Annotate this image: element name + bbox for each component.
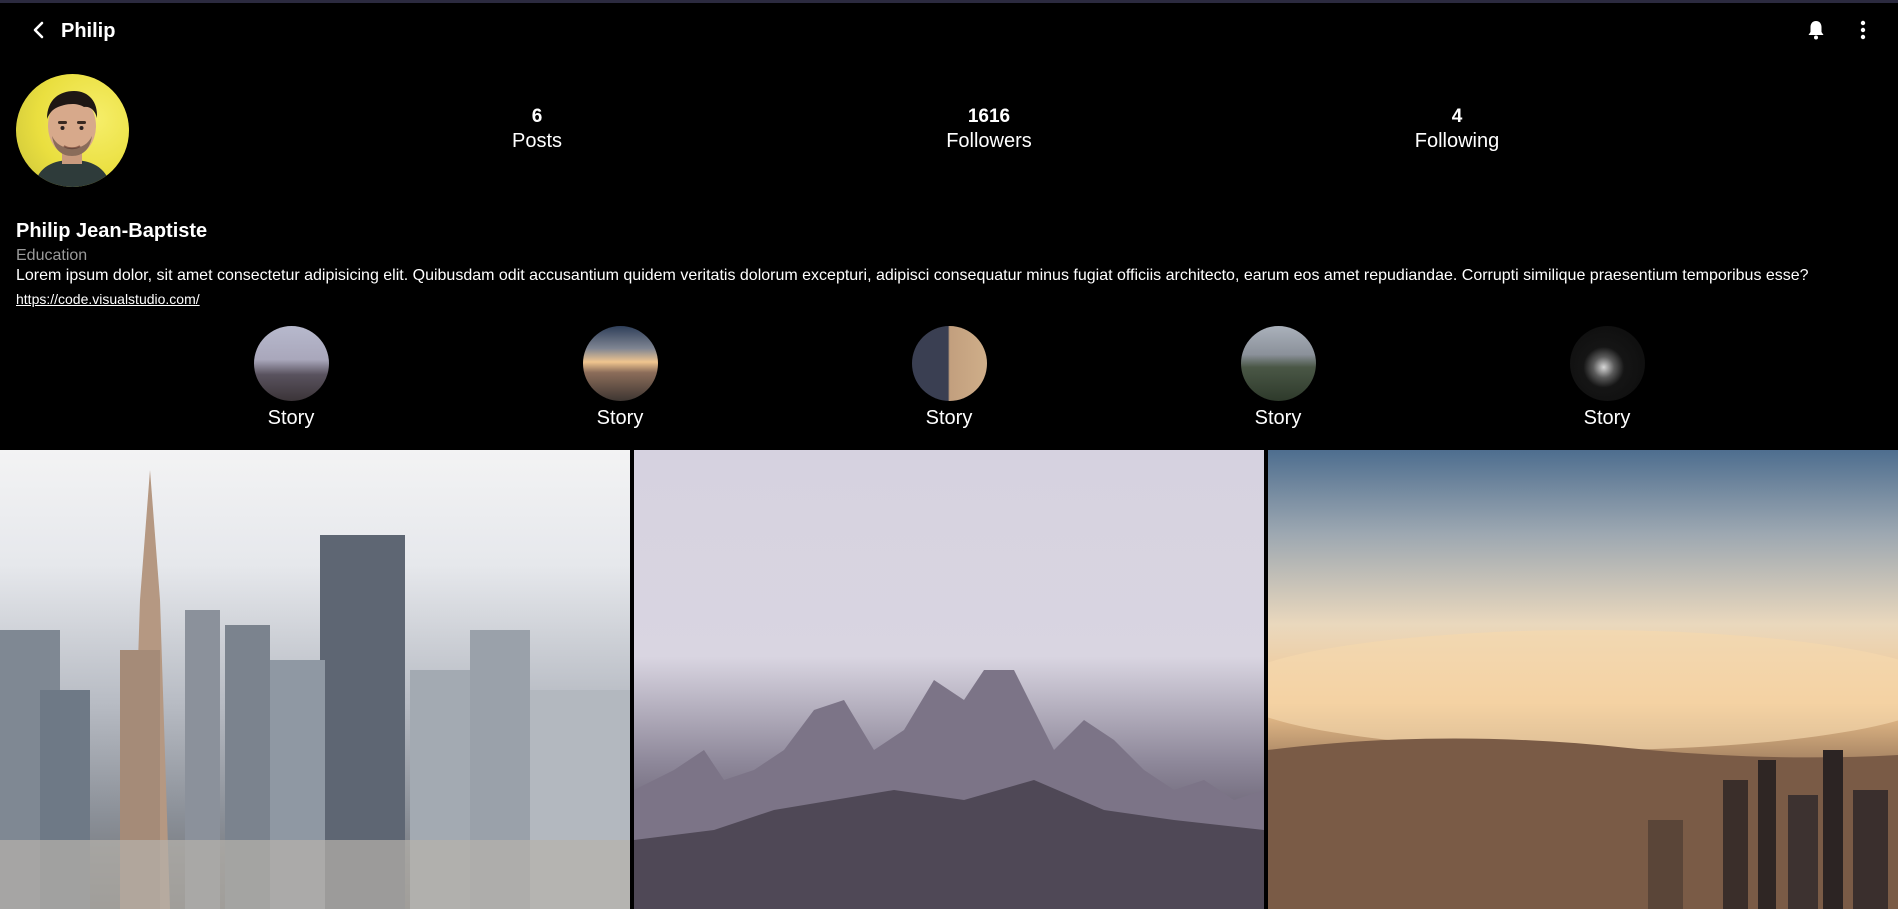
story-label: Story xyxy=(596,407,644,429)
story-thumbnail xyxy=(582,326,658,401)
stat-following[interactable]: 4 Following xyxy=(1357,106,1557,154)
avatar[interactable] xyxy=(16,74,129,187)
more-vertical-icon xyxy=(1860,20,1866,40)
back-button[interactable] xyxy=(26,17,52,43)
posts-label: Posts xyxy=(511,130,563,152)
story-label: Story xyxy=(1254,407,1302,429)
stat-posts[interactable]: 6 Posts xyxy=(437,106,637,154)
story-thumbnail xyxy=(911,326,987,401)
story-highlight[interactable]: Story xyxy=(1527,326,1687,430)
profile-bio: Lorem ipsum dolor, sit amet consectetur … xyxy=(16,267,1809,284)
stat-followers[interactable]: 1616 Followers xyxy=(889,106,1089,154)
profile-name: Philip Jean-Baptiste xyxy=(16,220,208,242)
profile-category: Education xyxy=(16,247,88,264)
chevron-left-icon xyxy=(33,21,44,39)
story-thumbnail xyxy=(1569,326,1645,401)
followers-count: 1616 xyxy=(967,106,1011,127)
profile-header: Philip xyxy=(0,3,1898,55)
sunset-city-image xyxy=(1268,630,1898,909)
page-title: Philip xyxy=(61,20,116,42)
profile-website-link[interactable]: https://code.visualstudio.com/ xyxy=(16,290,200,308)
more-options-button[interactable] xyxy=(1850,17,1876,43)
posts-count: 6 xyxy=(531,106,543,127)
story-thumbnail xyxy=(1240,326,1316,401)
story-thumbnail xyxy=(253,326,329,401)
story-highlight[interactable]: Story xyxy=(540,326,700,430)
post-thumbnail-mountains[interactable] xyxy=(634,450,1264,909)
story-highlight[interactable]: Story xyxy=(211,326,371,430)
bell-icon xyxy=(1808,21,1824,40)
following-label: Following xyxy=(1414,130,1500,152)
story-label: Story xyxy=(267,407,315,429)
story-label: Story xyxy=(1583,407,1631,429)
mountain-range-image xyxy=(634,670,1264,909)
story-highlight[interactable]: Story xyxy=(1198,326,1358,430)
notifications-button[interactable] xyxy=(1803,17,1829,43)
story-label: Story xyxy=(925,407,973,429)
city-skyline-image xyxy=(0,470,630,909)
post-thumbnail-sunset-city[interactable] xyxy=(1268,450,1898,909)
post-thumbnail-city-skyline[interactable] xyxy=(0,450,630,909)
avatar-portrait xyxy=(34,91,111,187)
story-highlight[interactable]: Story xyxy=(869,326,1029,430)
followers-label: Followers xyxy=(946,130,1032,152)
following-count: 4 xyxy=(1451,106,1463,127)
